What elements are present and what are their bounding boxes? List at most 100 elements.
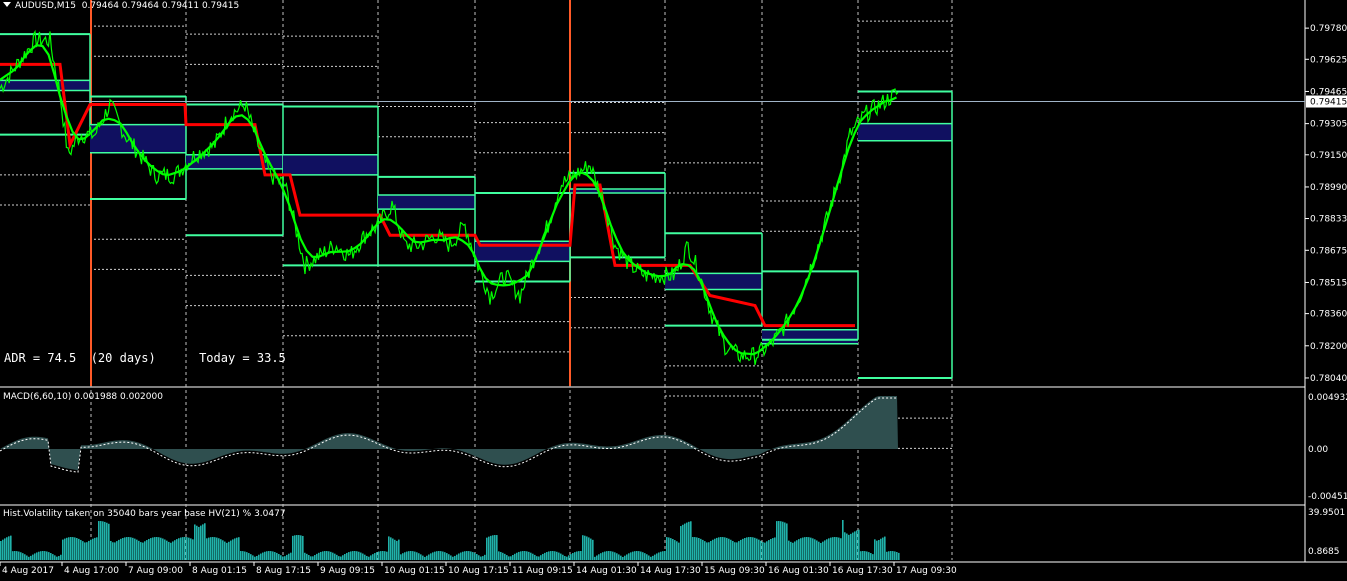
volatility-bar xyxy=(730,539,732,560)
volatility-bar xyxy=(146,540,148,560)
volatility-bar xyxy=(348,552,350,560)
volatility-bar xyxy=(458,553,460,560)
volatility-bar xyxy=(834,537,836,560)
volatility-bar xyxy=(346,552,348,560)
volatility-bar xyxy=(282,556,284,560)
price-axis-label: 0.78515 xyxy=(1310,278,1347,288)
volatility-bar xyxy=(680,526,682,560)
volatility-bar xyxy=(724,537,726,560)
volatility-bar xyxy=(732,540,734,560)
volatility-bar xyxy=(86,542,88,560)
volatility-axis-label: 39.9501 xyxy=(1308,508,1345,518)
volatility-bar xyxy=(564,556,566,560)
price-axis-label: 0.78200 xyxy=(1310,342,1347,352)
volatility-bar xyxy=(620,555,622,560)
volatility-bar xyxy=(206,538,208,560)
volatility-bar xyxy=(318,552,320,560)
day-box-band xyxy=(0,80,90,91)
volatility-bar xyxy=(4,538,6,560)
volatility-bar xyxy=(66,537,68,560)
volatility-bar xyxy=(188,537,190,560)
volatility-bar xyxy=(98,521,100,560)
volatility-bar xyxy=(640,551,642,560)
time-axis-label: 15 Aug 09:30 xyxy=(704,566,765,576)
dropdown-triangle-icon[interactable] xyxy=(3,2,11,7)
volatility-bar xyxy=(662,551,664,560)
volatility-bar xyxy=(788,540,790,560)
volatility-bar xyxy=(218,538,220,560)
volatility-bar xyxy=(830,537,832,560)
volatility-bar xyxy=(18,551,20,560)
volatility-bar xyxy=(68,537,70,560)
volatility-bar xyxy=(316,553,318,560)
volatility-bar xyxy=(510,556,512,560)
volatility-bar xyxy=(274,552,276,560)
volatility-bar xyxy=(718,537,720,560)
volatility-bar xyxy=(2,539,4,560)
volatility-bar xyxy=(340,556,342,560)
volatility-bar xyxy=(198,526,200,560)
volatility-bar xyxy=(706,542,708,560)
volatility-bar xyxy=(562,554,564,560)
volatility-bar xyxy=(626,554,628,560)
price-axis-label: 0.78040 xyxy=(1310,374,1347,384)
volatility-bar xyxy=(350,551,352,560)
volatility-bar xyxy=(784,522,786,560)
volatility-bar xyxy=(812,538,814,560)
volatility-bar xyxy=(310,556,312,560)
volatility-bar xyxy=(538,556,540,560)
volatility-bar xyxy=(270,551,272,560)
volatility-bar xyxy=(692,537,694,560)
volatility-bar xyxy=(838,537,840,560)
volatility-bar xyxy=(630,552,632,560)
volatility-bar xyxy=(522,551,524,560)
price-axis-label: 0.79305 xyxy=(1310,120,1347,130)
volatility-bar xyxy=(694,537,696,560)
time-axis-label: 16 Aug 01:30 xyxy=(768,566,829,576)
volatility-bar xyxy=(880,538,882,560)
chart-canvas: 0.797800.796250.794650.793050.791500.789… xyxy=(0,0,1347,576)
volatility-bar xyxy=(796,540,798,560)
volatility-bar xyxy=(222,540,224,560)
volatility-bar xyxy=(722,537,724,560)
volatility-bar xyxy=(768,540,770,560)
volatility-bar xyxy=(864,551,866,560)
day-box-band xyxy=(665,273,762,290)
volatility-bar xyxy=(266,551,268,560)
volatility-bar xyxy=(542,553,544,560)
volatility-bar xyxy=(104,521,106,560)
volatility-bar xyxy=(292,535,294,560)
volatility-bar xyxy=(766,541,768,560)
volatility-bar xyxy=(764,542,766,560)
volatility-bar xyxy=(196,525,198,560)
volatility-bar xyxy=(506,555,508,560)
volatility-bar xyxy=(64,538,66,560)
volatility-bar xyxy=(430,553,432,560)
volatility-bar xyxy=(280,555,282,560)
volatility-bar xyxy=(526,551,528,560)
volatility-bar xyxy=(254,556,256,560)
volatility-bar xyxy=(802,537,804,560)
volatility-bar xyxy=(704,541,706,560)
volatility-bar xyxy=(858,529,860,560)
volatility-bar xyxy=(406,551,408,560)
volatility-bar xyxy=(290,552,292,560)
volatility-bar xyxy=(450,555,452,560)
volatility-bar xyxy=(164,539,166,560)
volatility-bar xyxy=(512,554,514,560)
volatility-bar xyxy=(490,535,492,560)
volatility-bar xyxy=(380,551,382,560)
volatility-bar xyxy=(604,551,606,560)
volatility-bar xyxy=(216,537,218,560)
volatility-bar xyxy=(582,535,584,560)
volatility-bar xyxy=(56,556,58,560)
volatility-bar xyxy=(492,535,494,560)
volatility-bar xyxy=(556,551,558,560)
volatility-bar xyxy=(456,554,458,560)
volatility-bar xyxy=(28,556,30,560)
volatility-bar xyxy=(674,540,676,560)
volatility-bar xyxy=(870,553,872,560)
volatility-bar xyxy=(278,553,280,560)
volatility-bar xyxy=(618,554,620,560)
volatility-bar xyxy=(776,521,778,560)
